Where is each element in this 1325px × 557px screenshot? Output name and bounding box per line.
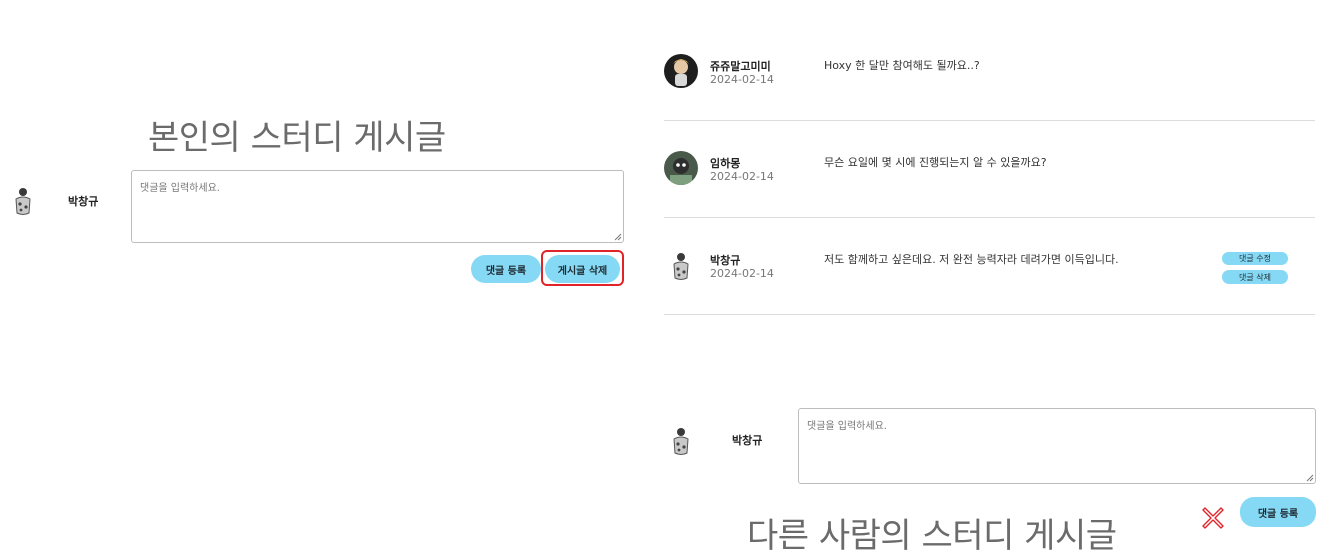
comment-date: 2024-02-14: [710, 170, 774, 183]
resize-grip-icon[interactable]: [1306, 474, 1314, 482]
comment-input[interactable]: [798, 408, 1316, 484]
comment-input[interactable]: [131, 170, 624, 243]
comment-text: 무슨 요일에 몇 시에 진행되는지 알 수 있을까요?: [824, 156, 1047, 169]
edit-comment-button[interactable]: 댓글 수정: [1222, 252, 1288, 265]
user-avatar-icon: [664, 54, 698, 88]
user-avatar-icon: [664, 248, 698, 282]
comment-input-wrapper: [131, 170, 624, 243]
current-user-name: 박창규: [732, 434, 763, 447]
cross-mark-icon: [1202, 507, 1224, 529]
resize-grip-icon[interactable]: [614, 233, 622, 241]
comment-author-name: 박창규: [710, 254, 741, 267]
register-comment-button[interactable]: 댓글 등록: [471, 255, 541, 283]
register-comment-button[interactable]: 댓글 등록: [1240, 497, 1316, 527]
comment-date: 2024-02-14: [710, 73, 774, 86]
comment-date: 2024-02-14: [710, 267, 774, 280]
comment-author-name: 쥬쥬말고미미: [710, 60, 771, 73]
right-caption: 다른 사람의 스터디 게시글: [747, 516, 1117, 556]
current-user-name: 박창규: [68, 195, 99, 208]
comment-divider: [664, 120, 1315, 121]
comment-author-name: 임하몽: [710, 157, 741, 170]
comment-divider: [664, 314, 1315, 315]
delete-comment-button[interactable]: 댓글 삭제: [1222, 270, 1288, 284]
left-caption: 본인의 스터디 게시글: [148, 118, 446, 158]
delete-post-button[interactable]: 게시글 삭제: [545, 255, 620, 283]
comment-text: Hoxy 한 달만 참여해도 될까요..?: [824, 59, 980, 72]
user-avatar-icon: [6, 183, 40, 217]
user-avatar-icon: [664, 151, 698, 185]
comment-input-wrapper: [798, 408, 1316, 484]
comment-text: 저도 함께하고 싶은데요. 저 완전 능력자라 데려가면 이득입니다.: [824, 253, 1119, 266]
comment-divider: [664, 217, 1315, 218]
user-avatar-icon: [664, 423, 698, 457]
